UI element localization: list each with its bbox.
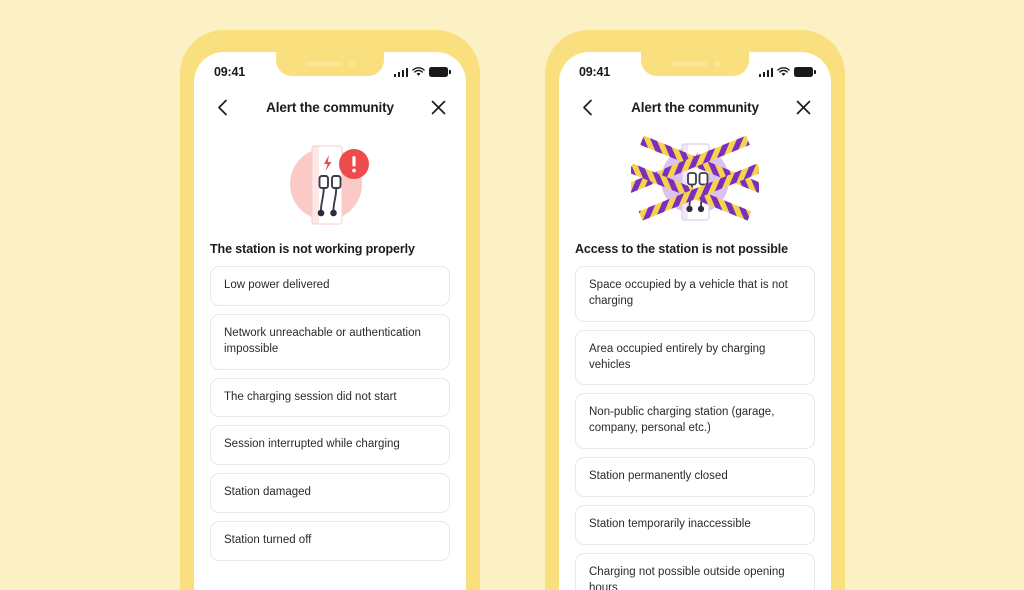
option-item[interactable]: Low power delivered xyxy=(210,266,450,306)
broken-charging-station-illustration xyxy=(290,145,369,225)
battery-full-icon xyxy=(794,67,816,77)
close-button[interactable] xyxy=(426,95,450,119)
section-title: The station is not working properly xyxy=(210,242,415,256)
illustration-broken-station xyxy=(194,134,466,230)
option-item[interactable]: Non-public charging station (garage, com… xyxy=(575,393,815,450)
nav-bar-right: Alert the community xyxy=(559,86,831,128)
option-item[interactable]: Network unreachable or authentication im… xyxy=(210,313,450,370)
wifi-icon xyxy=(777,67,790,76)
chevron-left-icon xyxy=(217,99,227,115)
battery-full-icon xyxy=(429,67,451,77)
illustration-blocked-station xyxy=(559,134,831,230)
blocked-charging-station-illustration xyxy=(631,136,759,221)
phone-mockup-right: 09:41 Alert the community Access to the … xyxy=(545,30,845,590)
phone-screen-left: 09:41 Alert the community The station is… xyxy=(194,52,466,590)
status-time: 09:41 xyxy=(579,65,610,79)
status-bar-left: 09:41 xyxy=(194,52,466,86)
option-item[interactable]: Session interrupted while charging xyxy=(210,425,450,466)
option-item[interactable]: Space occupied by a vehicle that is not … xyxy=(575,266,815,322)
option-item[interactable]: Station damaged xyxy=(210,473,450,514)
option-item[interactable]: Station permanently closed xyxy=(575,457,815,498)
option-item[interactable]: The charging session did not start xyxy=(210,377,450,418)
option-item[interactable]: Charging not possible outside opening ho… xyxy=(575,552,815,590)
screenshot-canvas: 09:41 Alert the community The station is… xyxy=(0,0,1024,590)
close-x-icon xyxy=(431,100,445,114)
option-list-right: Space occupied by a vehicle that is not … xyxy=(559,266,831,590)
chevron-left-icon xyxy=(582,99,592,115)
status-bar-right: 09:41 xyxy=(559,52,831,86)
status-icons xyxy=(758,67,816,77)
option-item[interactable]: Station temporarily inaccessible xyxy=(575,505,815,545)
nav-bar-left: Alert the community xyxy=(194,86,466,128)
close-button[interactable] xyxy=(791,95,815,119)
status-icons xyxy=(393,67,451,77)
wifi-icon xyxy=(412,67,425,76)
section-title: Access to the station is not possible xyxy=(575,242,789,256)
cellular-signal-icon xyxy=(393,67,408,77)
phone-mockup-left: 09:41 Alert the community The station is… xyxy=(180,30,480,590)
status-time: 09:41 xyxy=(214,65,245,79)
phone-screen-right: 09:41 Alert the community Access to the … xyxy=(559,52,831,590)
back-button[interactable] xyxy=(210,95,234,119)
option-item[interactable]: Station turned off xyxy=(210,521,450,562)
cellular-signal-icon xyxy=(758,67,773,77)
page-title: Alert the community xyxy=(631,99,759,115)
back-button[interactable] xyxy=(575,95,599,119)
option-item[interactable]: Area occupied entirely by charging vehic… xyxy=(575,329,815,386)
close-x-icon xyxy=(796,100,810,114)
option-list-left: Low power delivered Network unreachable … xyxy=(194,266,466,562)
page-title: Alert the community xyxy=(266,99,394,115)
